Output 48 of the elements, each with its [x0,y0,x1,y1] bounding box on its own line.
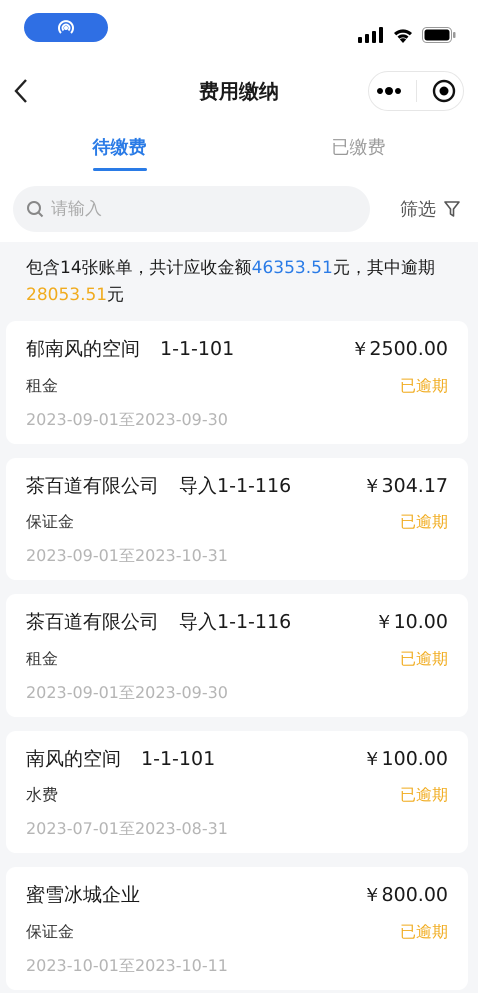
page-title: 费用缴纳 [199,79,279,103]
bill-amount: ￥100.00 [362,746,448,772]
signal-icon [358,27,384,43]
billing-period: 2023-09-01至2023-09-30 [26,682,229,704]
bill-card[interactable]: 郁南风的空间 1-1-101 ￥2500.00 租金 已逾期 2023-09-01至2023-09-30 [6,321,468,444]
overdue-status: 已逾期 [400,374,448,396]
broadcast-pill[interactable] [24,13,108,42]
unit-number: 1-1-101 [141,746,216,772]
broadcast-icon [57,18,75,36]
bill-card[interactable]: 南风的空间 1-1-101 ￥100.00 水费 已逾期 2023-07-01至2023-08-31 [6,730,468,853]
overdue-status: 已逾期 [400,784,448,806]
unit-number: 导入1-1-116 [179,474,292,498]
search-icon [26,200,44,218]
filter-icon [444,200,460,218]
tenant-name: 郁南风的空间 [26,337,140,362]
bill-card[interactable]: 茶百道有限公司 导入1-1-116 ￥304.17 保证金 已逾期 2023-09-01至2023-10-31 [6,458,468,580]
unit-number: 1-1-101 [160,337,234,362]
bill-amount: ￥304.17 [362,474,448,498]
battery-icon [422,27,456,43]
tenant-name: 蜜雪冰城企业 [26,883,140,908]
billing-period: 2023-10-01至2023-10-11 [26,954,229,976]
summary-text: 包含14张账单，共计应收金额46353.51元，其中逾期 28053.51元 [25,257,436,307]
overdue-status: 已逾期 [400,511,448,533]
tenant-name: 茶百道有限公司 [26,474,159,498]
filter-button[interactable]: 筛选 [394,194,466,224]
overdue-status: 已逾期 [400,648,448,670]
fee-type: 保证金 [26,920,74,942]
bill-amount: ￥800.00 [362,883,448,908]
fee-type: 保证金 [26,511,74,533]
bill-amount: ￥2500.00 [350,337,448,362]
billing-period: 2023-09-01至2023-10-31 [26,545,229,567]
fee-type: 租金 [26,648,58,670]
wifi-icon [392,27,414,43]
unit-number: 导入1-1-116 [179,610,292,635]
search-field[interactable]: 请输入 [13,186,370,232]
back-icon[interactable] [14,78,28,104]
billing-period: 2023-09-01至2023-09-30 [26,408,229,430]
bill-card[interactable]: 蜜雪冰城企业 ￥800.00 保证金 已逾期 2023-10-01至2023-10-11 [6,867,468,990]
tenant-name: 南风的空间 [26,746,121,772]
fee-type: 租金 [26,374,58,396]
more-icon[interactable] [376,87,402,95]
overdue-status: 已逾期 [400,920,448,942]
billing-period: 2023-07-01至2023-08-31 [26,818,229,840]
bill-card[interactable]: 茶百道有限公司 导入1-1-116 ￥10.00 租金 已逾期 2023-09-01至2023-09-30 [6,594,468,716]
fee-type: 水费 [26,784,58,806]
tab[interactable]: 待缴费 [86,130,152,168]
bill-amount: ￥10.00 [374,610,448,635]
tenant-name: 茶百道有限公司 [26,610,159,635]
